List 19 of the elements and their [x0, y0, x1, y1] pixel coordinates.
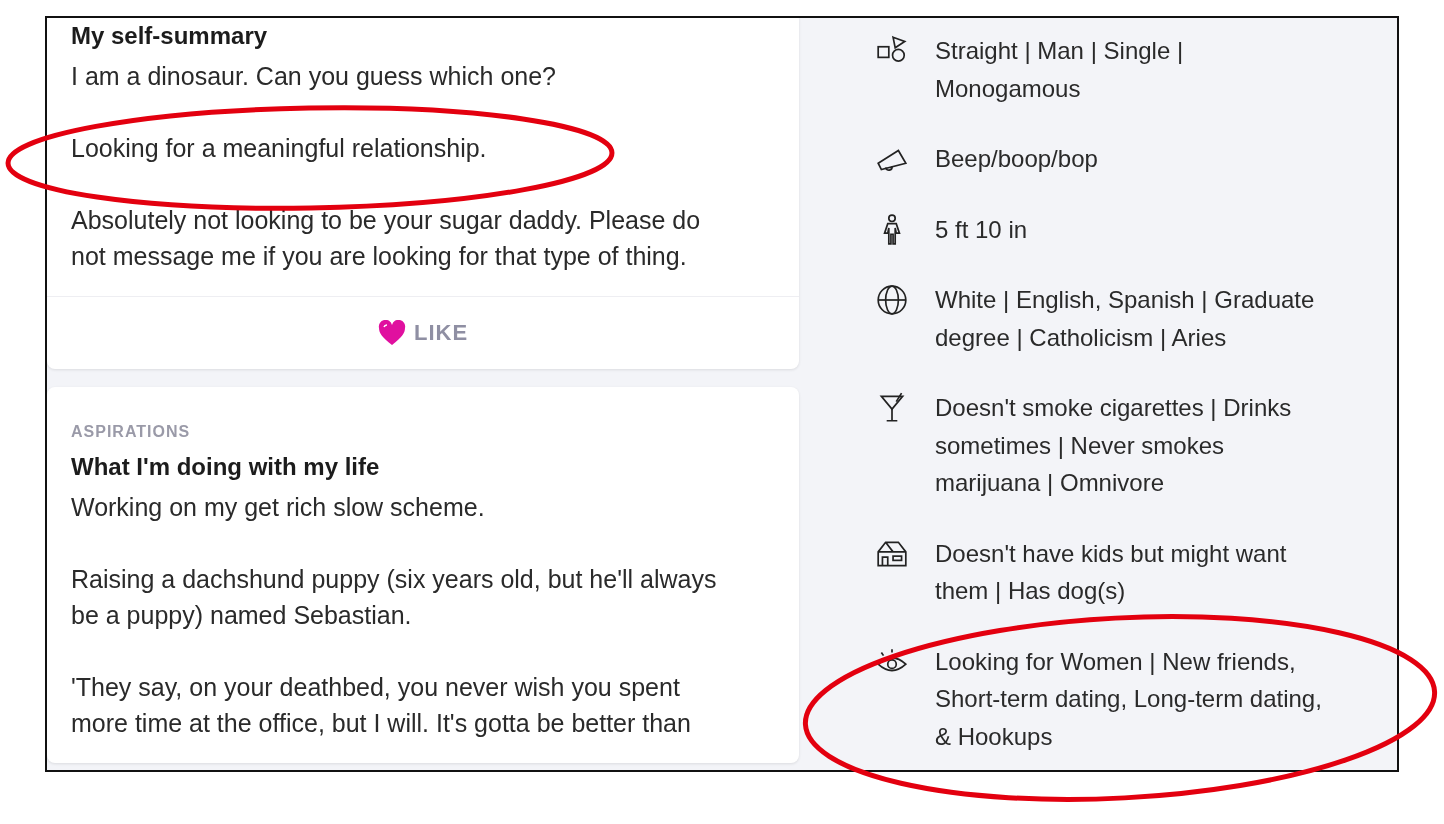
section-label: ASPIRATIONS — [71, 423, 192, 441]
essay-text: Raising a dachshund puppy (six years old, but he'll always be a puppy) named Sebastian. — [71, 564, 718, 631]
detail-text: Doesn't smoke cigarettes | Drinks sometimes | Never smokes marijuana | Omnivore — [935, 393, 1293, 498]
essay-text: Working on my get rich slow scheme. — [71, 492, 486, 523]
detail-text: Beep/boop/bop — [935, 144, 1099, 174]
detail-text: 5 ft 10 in — [935, 214, 1029, 245]
essay-text: Absolutely not looking to be your sugar daddy. Please do not message me if you are looking for that type of thing. — [71, 205, 702, 272]
detail-text: Straight | Man | Single | Monogamous — [935, 36, 1185, 104]
globe-icon — [875, 283, 909, 317]
detail-text: White | English, Spanish | Graduate degree | Catholicism | Aries — [935, 285, 1316, 353]
essay-text: 'They say, on your deathbed, you never wish you spent more time at the office, but I will. It's gotta be better than — [71, 672, 692, 739]
essay-title: My self-summary — [71, 22, 269, 50]
essay-text: Looking for a meaningful relationship. — [71, 133, 488, 164]
detail-text: Looking for Women | New friends, Short-term dating, Long-term dating, & Hookups — [935, 646, 1323, 752]
like-button[interactable]: LIKE — [373, 316, 473, 350]
essay-text: I am a dinosaur. Can you guess which one? — [71, 61, 558, 92]
detail-text: Doesn't have kids but might want them | Has dog(s) — [935, 538, 1288, 606]
essay-title: What I'm doing with my life — [71, 453, 381, 481]
heart-icon — [377, 320, 406, 346]
